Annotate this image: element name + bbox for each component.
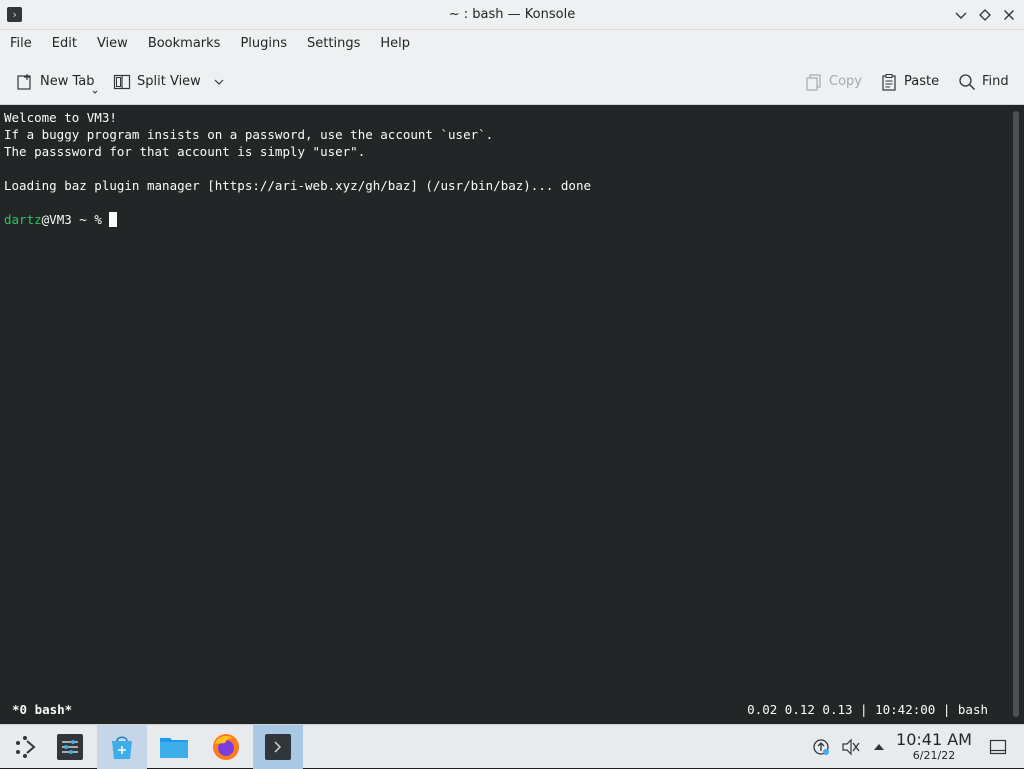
terminal-scrollbar[interactable]	[1008, 105, 1024, 724]
new-tab-button[interactable]: New Tab	[16, 58, 98, 105]
show-desktop-icon	[989, 739, 1007, 755]
minimize-button[interactable]	[954, 6, 968, 24]
clock-time: 10:41 AM	[896, 730, 972, 749]
status-window-name: *0 bash*	[12, 702, 73, 717]
terminal-line: Welcome to VM3!	[4, 110, 117, 125]
konsole-window: › ~ : bash — Konsole File Edit View Book…	[0, 0, 1024, 724]
scrollbar-thumb[interactable]	[1013, 111, 1019, 717]
title-bar[interactable]: › ~ : bash — Konsole	[0, 0, 1024, 30]
menu-edit[interactable]: Edit	[42, 30, 87, 58]
text-cursor	[109, 212, 118, 227]
paste-button[interactable]: Paste	[880, 58, 939, 105]
discover-task[interactable]	[97, 725, 147, 769]
menu-view[interactable]: View	[87, 30, 138, 58]
toolbar: New Tab Split View Copy Paste Find	[0, 58, 1024, 105]
prompt-host: @VM3 ~ %	[41, 212, 110, 227]
close-icon	[1004, 10, 1014, 20]
paste-label: Paste	[904, 74, 940, 89]
taskbar: 10:41 AM 6/21/22	[0, 724, 1024, 769]
update-icon	[813, 739, 829, 755]
konsole-task[interactable]	[253, 725, 303, 769]
terminal-output[interactable]: Welcome to VM3! If a buggy program insis…	[0, 105, 1008, 697]
digital-clock[interactable]: 10:41 AM 6/21/22	[894, 730, 974, 763]
window-title: ~ : bash — Konsole	[448, 7, 576, 22]
tray-expander[interactable]	[868, 725, 890, 769]
updates-tray[interactable]	[808, 725, 834, 769]
copy-button[interactable]: Copy	[805, 58, 862, 105]
status-load-time: 0.02 0.12 0.13 | 10:42:00 | bash	[747, 702, 988, 717]
menu-bar: File Edit View Bookmarks Plugins Setting…	[0, 30, 1024, 58]
maximize-button[interactable]	[978, 6, 992, 24]
paste-icon	[882, 73, 896, 91]
search-icon	[959, 73, 976, 90]
terminal-line: Loading baz plugin manager [https://ari-…	[4, 178, 591, 193]
find-label: Find	[982, 74, 1009, 89]
chevron-up-icon	[874, 744, 884, 750]
split-view-button[interactable]: Split View	[113, 58, 225, 105]
discover-bag-icon	[112, 736, 132, 759]
terminal-line: The passsword for that account is simply…	[4, 144, 366, 159]
new-tab-label: New Tab	[40, 74, 95, 89]
menu-settings[interactable]: Settings	[297, 30, 370, 58]
show-desktop-button[interactable]	[986, 725, 1010, 769]
firefox-task[interactable]	[201, 725, 251, 769]
menu-file[interactable]: File	[10, 30, 42, 58]
prompt-user: dartz	[4, 212, 42, 227]
volume-muted-icon	[842, 738, 860, 756]
prompt-line[interactable]: dartz@VM3 ~ %	[4, 211, 1004, 228]
konsole-app-icon[interactable]: ›	[7, 7, 22, 22]
new-tab-icon	[17, 73, 31, 90]
clock-date: 6/21/22	[912, 749, 956, 762]
folder-icon	[160, 738, 188, 758]
find-button[interactable]: Find	[958, 58, 1009, 105]
split-view-label: Split View	[137, 74, 201, 89]
menu-bookmarks[interactable]: Bookmarks	[138, 30, 231, 58]
system-settings-task[interactable]	[45, 725, 95, 769]
file-manager-task[interactable]	[149, 725, 199, 769]
menu-help[interactable]: Help	[370, 30, 420, 58]
copy-label: Copy	[829, 74, 862, 89]
tmux-status-line: *0 bash* 0.02 0.12 0.13 | 10:42:00 | bas…	[0, 697, 1008, 724]
terminal-icon	[265, 734, 291, 760]
split-view-icon	[113, 74, 131, 89]
launcher-icon	[16, 736, 36, 758]
diamond-icon	[979, 9, 991, 21]
volume-tray[interactable]	[838, 725, 864, 769]
chevron-down-icon	[214, 79, 224, 85]
settings-sliders-icon	[57, 734, 83, 760]
chevron-down-icon	[955, 12, 967, 19]
terminal-line: If a buggy program insists on a password…	[4, 127, 494, 142]
close-button[interactable]	[1002, 6, 1016, 24]
menu-plugins[interactable]: Plugins	[230, 30, 297, 58]
application-launcher[interactable]	[0, 725, 50, 769]
firefox-icon	[213, 734, 239, 760]
small-chevron-icon	[92, 90, 98, 94]
copy-icon	[806, 73, 821, 91]
